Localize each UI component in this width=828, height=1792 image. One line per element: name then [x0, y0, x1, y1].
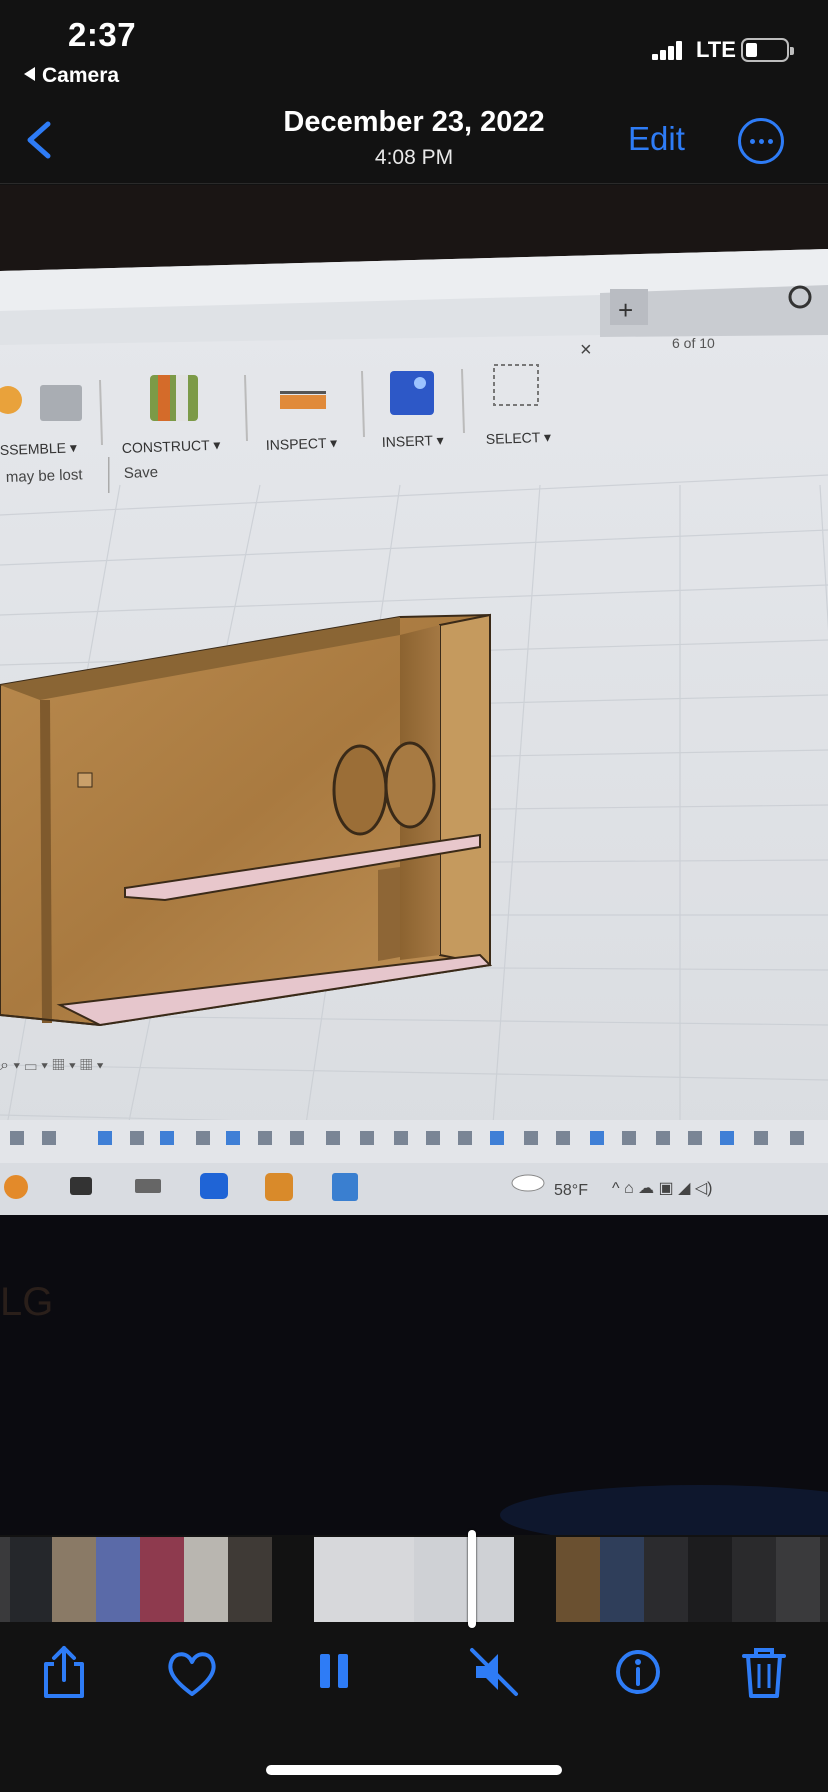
photo-viewer[interactable]: × + 6 of 10 SSEMBLE ▾ CONSTRUCT ▾ INSPEC… — [0, 185, 828, 1535]
info-icon[interactable] — [606, 1640, 670, 1704]
thumbnail[interactable] — [10, 1537, 52, 1622]
more-options-icon[interactable] — [738, 118, 784, 164]
network-type: LTE — [696, 37, 736, 62]
photo-time: 4:08 PM — [374, 146, 454, 169]
thumbnail-current[interactable] — [414, 1537, 514, 1622]
battery-icon — [741, 38, 794, 62]
trash-icon[interactable] — [732, 1640, 796, 1704]
back-to-camera-link[interactable]: Camera — [24, 64, 119, 88]
thumbnail-current[interactable] — [314, 1537, 414, 1622]
share-icon[interactable] — [32, 1640, 96, 1704]
status-bar: 2:37 Camera LTE — [0, 0, 828, 92]
photo-nav-bar: December 23, 2022 4:08 PM Edit — [0, 92, 828, 184]
thumbnail[interactable] — [140, 1537, 184, 1622]
svg-text:LG: LG — [0, 1280, 53, 1324]
thumbnail[interactable] — [228, 1537, 272, 1622]
bottom-toolbar — [0, 1640, 828, 1720]
tab-close-icon: × — [580, 339, 592, 361]
pause-icon[interactable] — [302, 1640, 366, 1704]
edit-button[interactable]: Edit — [628, 120, 685, 158]
svg-text:Save: Save — [124, 464, 159, 482]
mute-icon[interactable] — [462, 1640, 526, 1704]
viewport-controls: ⌕ ▾ ▭ ▾ ▦ ▾ ▦ ▾ — [0, 1057, 104, 1074]
new-tab-icon: + — [618, 295, 633, 325]
thumbnail[interactable] — [556, 1537, 600, 1622]
cabinet-model — [0, 613, 493, 1027]
thumbnail[interactable] — [0, 1537, 10, 1622]
svg-text:⌕ ▾ ▭ ▾ ▦ ▾ ▦ ▾: ⌕ ▾ ▭ ▾ ▦ ▾ ▦ ▾ — [0, 1057, 104, 1074]
svg-text:may be lost: may be lost — [6, 466, 84, 486]
back-app-label: Camera — [42, 64, 120, 87]
status-time: 2:37 — [68, 16, 137, 53]
heart-icon[interactable] — [160, 1640, 224, 1704]
monitor-photo: × + 6 of 10 SSEMBLE ▾ CONSTRUCT ▾ INSPEC… — [0, 185, 828, 1535]
back-triangle-icon — [24, 67, 35, 81]
svg-text:SELECT ▾: SELECT ▾ — [486, 429, 552, 447]
thumbnail[interactable] — [184, 1537, 228, 1622]
thumbnail[interactable] — [600, 1537, 644, 1622]
svg-text:SSEMBLE ▾: SSEMBLE ▾ — [0, 439, 77, 458]
thumbnail[interactable] — [644, 1537, 688, 1622]
thumbnail[interactable] — [776, 1537, 820, 1622]
svg-text:INSERT ▾: INSERT ▾ — [382, 432, 444, 450]
svg-text:INSPECT ▾: INSPECT ▾ — [266, 435, 338, 453]
thumbnail[interactable] — [52, 1537, 96, 1622]
tab-counter: 6 of 10 — [672, 335, 715, 351]
home-indicator[interactable] — [266, 1765, 562, 1775]
thumbnail[interactable] — [96, 1537, 140, 1622]
cellular-signal-icon — [652, 40, 684, 60]
thumbnail[interactable] — [732, 1537, 776, 1622]
svg-text:58°F: 58°F — [554, 1182, 588, 1199]
svg-text:^ ⌂ ☁ ▣ ◢ ◁): ^ ⌂ ☁ ▣ ◢ ◁) — [612, 1180, 712, 1197]
thumbnail-strip[interactable] — [0, 1537, 828, 1622]
thumbnail[interactable] — [820, 1537, 828, 1622]
photo-date: December 23, 2022 — [283, 106, 545, 138]
video-scrubber-handle[interactable] — [468, 1530, 476, 1628]
thumbnail[interactable] — [688, 1537, 732, 1622]
